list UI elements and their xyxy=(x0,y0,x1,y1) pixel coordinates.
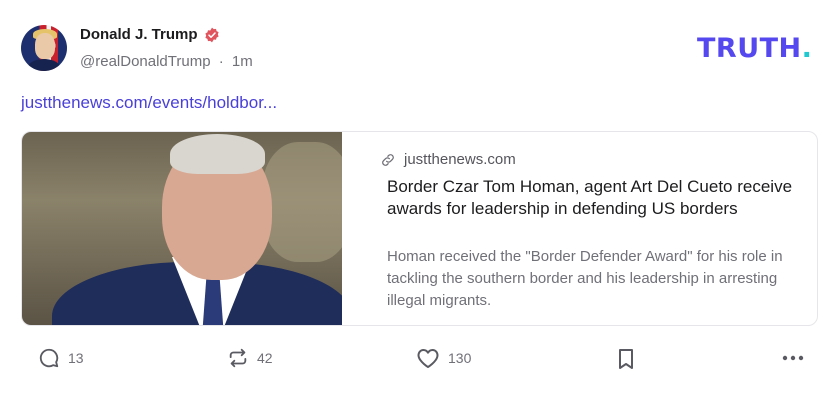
reply-icon xyxy=(39,348,59,368)
avatar-body xyxy=(27,59,61,71)
avatar[interactable] xyxy=(21,25,67,71)
link-icon xyxy=(382,153,394,166)
link-title: Border Czar Tom Homan, agent Art Del Cue… xyxy=(387,177,793,218)
reply-button[interactable]: 13 xyxy=(38,347,84,369)
retruth-count: 42 xyxy=(257,350,273,366)
avatar-face xyxy=(35,33,55,59)
like-button[interactable]: 130 xyxy=(416,347,471,369)
logo-text: TRUTH xyxy=(697,33,802,64)
link-description: Homan received the "Border Defender Awar… xyxy=(387,248,783,309)
heart-icon xyxy=(417,349,439,368)
display-name[interactable]: Donald J. Trump xyxy=(80,26,198,43)
handle[interactable]: @realDonaldTrump xyxy=(80,53,211,70)
bookmark-button[interactable] xyxy=(616,347,636,371)
image-background xyxy=(262,142,342,262)
author-name-row[interactable]: Donald J. Trump xyxy=(80,26,220,43)
like-count: 130 xyxy=(448,350,472,366)
link-preview-card[interactable]: justthenews.com Border Czar Tom Homan, a… xyxy=(21,131,818,326)
image-hair xyxy=(170,134,265,174)
retruth-button[interactable]: 42 xyxy=(227,347,273,369)
retruth-icon xyxy=(229,348,247,368)
logo-dot: . xyxy=(801,33,813,64)
verified-badge-icon xyxy=(204,27,219,42)
post-actions: 13 42 130 xyxy=(0,347,840,377)
truth-logo[interactable]: TRUTH. xyxy=(697,33,812,64)
timestamp[interactable]: 1m xyxy=(232,53,253,70)
reply-count: 13 xyxy=(68,350,84,366)
link-domain: justthenews.com xyxy=(404,151,516,168)
handle-row: @realDonaldTrump · 1m xyxy=(80,53,253,70)
separator: · xyxy=(218,53,224,70)
more-dots-icon xyxy=(782,355,804,361)
link-domain-row: justthenews.com xyxy=(380,151,516,168)
link-preview-image[interactable] xyxy=(22,132,342,325)
link-preview-body: justthenews.com Border Czar Tom Homan, a… xyxy=(362,132,817,325)
post-link[interactable]: justthenews.com/events/holdbor... xyxy=(21,93,277,113)
bookmark-icon xyxy=(619,349,633,369)
more-options-button[interactable] xyxy=(781,347,805,369)
